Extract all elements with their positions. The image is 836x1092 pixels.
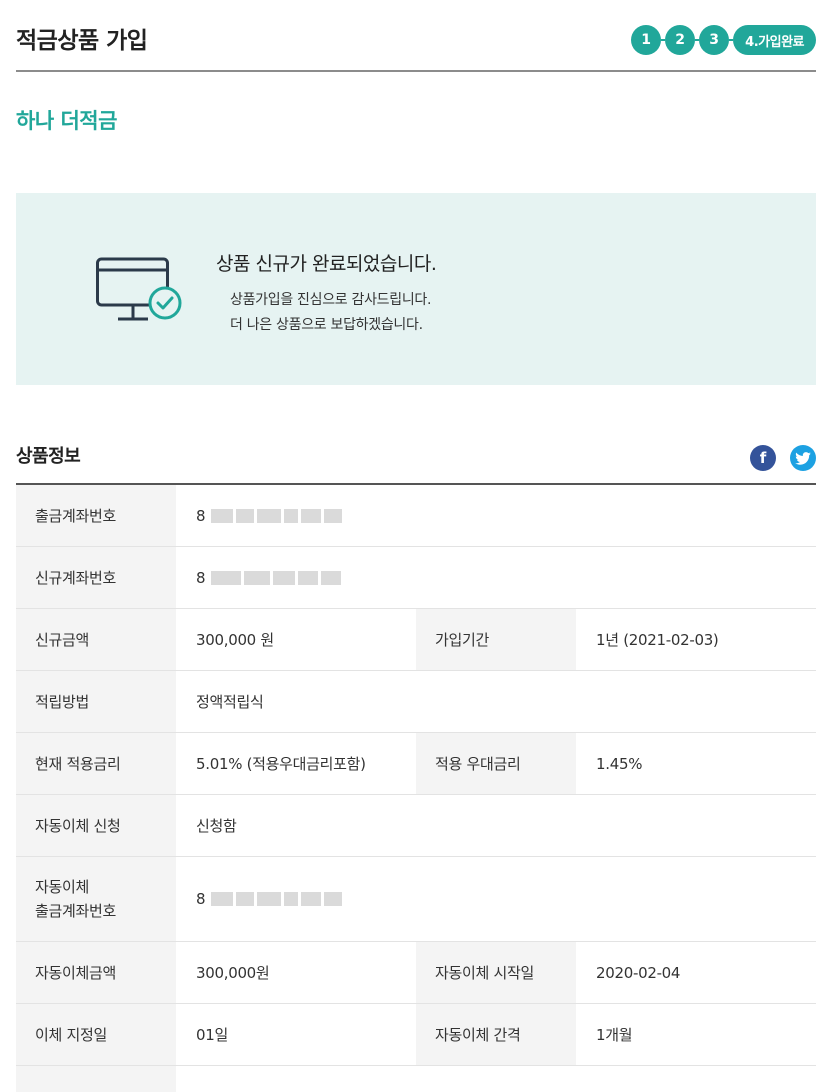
auto-apply-value: 신청함 bbox=[196, 817, 237, 835]
step-2: 2 bbox=[665, 25, 696, 55]
step-4-complete: 4.가입완료 bbox=[733, 25, 816, 55]
step-1: 1 bbox=[631, 25, 662, 55]
table-row: 신규금액 300,000 원 가입기간 1년 (2021-02-03) bbox=[16, 609, 816, 671]
row-label-line: 자동이체 bbox=[35, 878, 90, 896]
monitor-check-icon bbox=[96, 257, 182, 321]
twitter-icon bbox=[795, 451, 811, 465]
masked-account-digits bbox=[211, 570, 342, 585]
row-label: 신규금액 bbox=[16, 609, 176, 670]
completion-message-1: 상품가입을 진심으로 감사드립니다. bbox=[230, 292, 432, 308]
transfer-day-value: 01일 bbox=[196, 1026, 228, 1044]
new-account-value: 8 bbox=[176, 547, 816, 608]
row-label: 현재 적용금리 bbox=[16, 733, 176, 794]
completion-panel: 상품 신규가 완료되었습니다. 상품가입을 진심으로 감사드립니다. 더 나은 … bbox=[16, 193, 816, 385]
account-number: 8 bbox=[196, 890, 206, 908]
completion-title: 상품 신규가 완료되었습니다. bbox=[216, 253, 437, 275]
transfer-interval-value: 1개월 bbox=[596, 1026, 633, 1044]
table-row: 현재 적용금리 5.01% (적용우대금리포함) 적용 우대금리 1.45% bbox=[16, 733, 816, 795]
facebook-share-button[interactable]: f bbox=[750, 445, 776, 471]
method-value: 정액적립식 bbox=[196, 693, 264, 711]
pref-rate-value: 1.45% bbox=[596, 754, 643, 773]
amount-value: 300,000 원 bbox=[196, 631, 274, 649]
withdraw-account-value: 8 bbox=[176, 485, 816, 546]
facebook-icon: f bbox=[759, 449, 767, 467]
auto-amount-value: 300,000원 bbox=[196, 964, 270, 982]
step-3: 3 bbox=[699, 25, 730, 55]
completion-message-2: 더 나은 상품으로 보답하겠습니다. bbox=[230, 317, 423, 333]
table-row: 자동이체 신청 신청함 bbox=[16, 795, 816, 857]
table-row: 자동이체 출금계좌번호 8 bbox=[16, 857, 816, 942]
row-label: 적립방법 bbox=[16, 671, 176, 732]
row-label: 자동이체 간격 bbox=[416, 1004, 576, 1065]
row-label: 자동이체 출금계좌번호 bbox=[16, 857, 176, 941]
masked-account-digits bbox=[211, 892, 343, 906]
page-title: 적금상품 가입 bbox=[16, 28, 148, 54]
product-info-table: 출금계좌번호 8 신규계좌번호 8 신규금액 300,000 원 가입기간 1년… bbox=[16, 483, 816, 1066]
row-label: 출금계좌번호 bbox=[16, 485, 176, 546]
section-title-product-info: 상품정보 bbox=[16, 446, 81, 467]
row-label: 가입기간 bbox=[416, 609, 576, 670]
rate-value: 5.01% (적용우대금리포함) bbox=[196, 755, 366, 773]
row-label: 신규계좌번호 bbox=[16, 547, 176, 608]
auto-account-value: 8 bbox=[176, 857, 816, 941]
row-label: 적용 우대금리 bbox=[416, 733, 576, 794]
auto-start-value: 2020-02-04 bbox=[596, 963, 681, 982]
row-label: 자동이체금액 bbox=[16, 942, 176, 1003]
table-row: 자동이체금액 300,000원 자동이체 시작일 2020-02-04 bbox=[16, 942, 816, 1004]
twitter-share-button[interactable] bbox=[790, 445, 816, 471]
table-row: 이체 지정일 01일 자동이체 간격 1개월 bbox=[16, 1004, 816, 1066]
account-number: 8 bbox=[196, 506, 206, 525]
page-header: 적금상품 가입 1 2 3 4.가입완료 bbox=[16, 0, 816, 72]
row-label: 자동이체 신청 bbox=[16, 795, 176, 856]
table-row: 적립방법 정액적립식 bbox=[16, 671, 816, 733]
masked-account-digits bbox=[211, 508, 343, 523]
account-number: 8 bbox=[196, 568, 206, 587]
row-label-line: 출금계좌번호 bbox=[35, 902, 117, 920]
row-label: 자동이체 시작일 bbox=[416, 942, 576, 1003]
table-row: 출금계좌번호 8 bbox=[16, 485, 816, 547]
table-row-partial bbox=[16, 1066, 176, 1092]
row-label: 이체 지정일 bbox=[16, 1004, 176, 1065]
product-name: 하나 더적금 bbox=[16, 109, 117, 133]
table-row: 신규계좌번호 8 bbox=[16, 547, 816, 609]
step-indicator: 1 2 3 4.가입완료 bbox=[631, 25, 816, 55]
period-value: 1년 (2021-02-03) bbox=[596, 631, 719, 649]
share-buttons: f bbox=[750, 445, 816, 471]
